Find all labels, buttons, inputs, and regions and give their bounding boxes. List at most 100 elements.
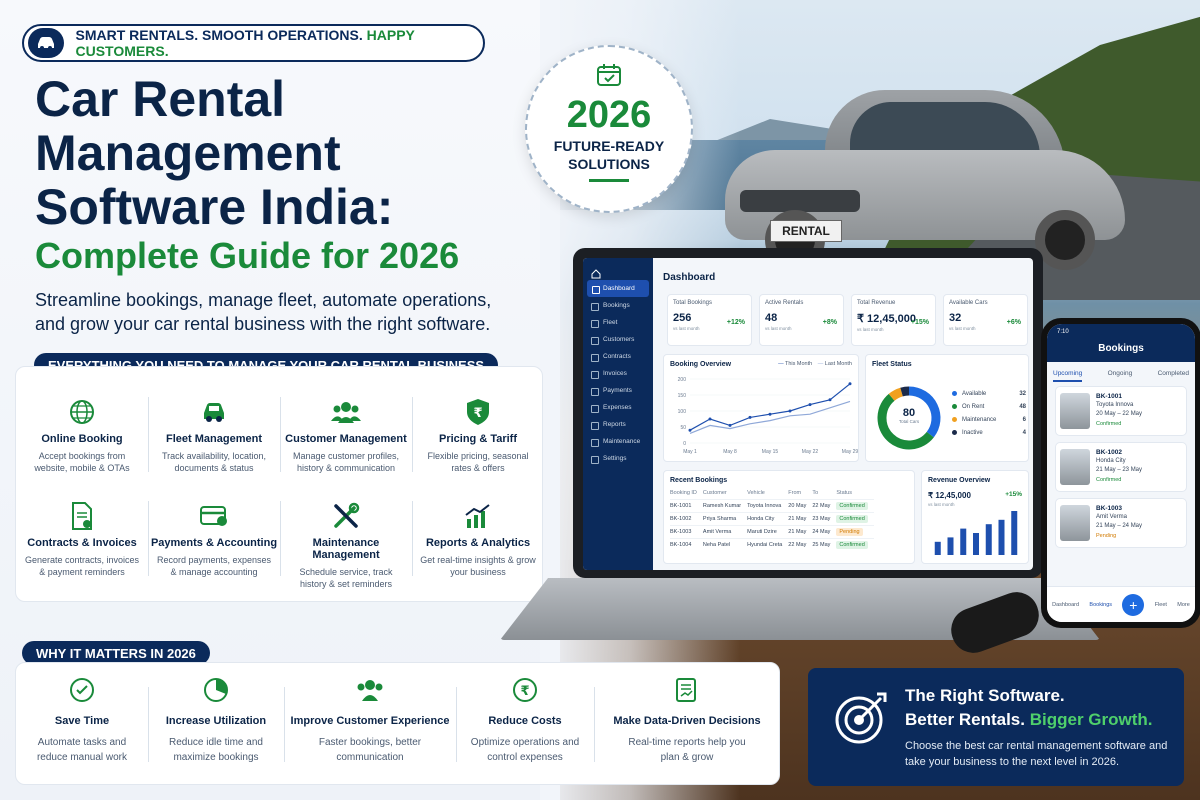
table-row[interactable]: BK-1004 Neha Patel Hyundai Creta 22 May 25 M… [670,538,874,551]
x-tick-label: May 15 [762,449,779,455]
sidebar-item-dashboard[interactable]: Dashboard [587,280,649,297]
legend-value: 6 [1022,416,1026,423]
table-cell: 20 May [788,499,813,513]
data-point [728,423,732,427]
badge-year: 2026 [566,94,652,136]
series-line [689,400,851,434]
y-tick-label: 100 [678,409,687,415]
data-point [708,417,712,421]
table-cell: Neha Patel [702,538,748,551]
sidebar-item-customers[interactable]: Customers [583,331,653,348]
cta-banner: The Right Software. Better Rentals. Bigg… [808,668,1184,786]
car-thumbnail [1060,393,1090,429]
feature-online-booking: Online Booking Accept bookings from websi… [16,393,148,503]
badge-line1: FUTURE-READY [553,138,665,154]
data-point [748,415,752,419]
table-row[interactable]: BK-1002 Priya Sharma Honda City 21 May 23 Ma… [670,512,874,526]
users-icon [355,675,385,705]
legend-value: 32 [1019,390,1026,397]
table-cell: 23 May [812,512,837,526]
sidebar-item-expenses[interactable]: Expenses [583,399,653,416]
sidebar-item-settings[interactable]: Settings [583,450,653,467]
nav-fleet[interactable]: Fleet [1155,602,1167,608]
phone-time: 7:10 [1057,329,1069,335]
column-header: To [812,490,819,496]
table-cell: 22 May [812,499,837,513]
y-tick-label: 200 [678,377,687,383]
sidebar-item-invoices[interactable]: Invoices [583,365,653,382]
revenue-bar-chart [934,511,1018,555]
why-customer-experience: Improve Customer Experience Faster bookin… [284,673,456,773]
fleet-total: 80 [902,407,916,419]
why-data-driven: Make Data-Driven Decisions Real-time repo… [594,673,780,773]
revenue-overview-title: Revenue Overview [928,477,991,484]
sidebar-item-bookings[interactable]: Bookings [583,297,653,314]
add-booking-button[interactable]: + [1122,593,1145,616]
kpi-total-bookings: Total Bookings 256 +12% vs last month [667,294,752,346]
calendar-icon [527,63,691,92]
home-icon[interactable] [583,258,653,280]
fleet-status-card: Fleet Status 80 Total Cars Available 32 On… [865,354,1029,462]
feature-contracts-invoices: Contracts & Invoices Generate contracts, … [16,497,148,607]
phone-booking-item[interactable]: BK-1003 Amit Verma 21 May – 24 May Pending [1055,498,1187,548]
nav-dashboard[interactable]: Dashboard [1052,602,1079,608]
phone-booking-item[interactable]: BK-1001 Toyota Innova 20 May – 22 May Confi… [1055,386,1187,436]
phone-booking-item[interactable]: BK-1002 Honda City 21 May – 23 May Confirme… [1055,442,1187,492]
revenue-bar [985,524,992,555]
column-header: Status [836,490,852,496]
table-row[interactable]: BK-1001 Ramesh Kumar Toyota Innova 20 May 22… [670,499,874,513]
x-tick-label: May 29 [842,449,859,455]
rupee-shield-icon: ₹ [463,397,493,427]
why-panel: Save Time Automate tasks and reduce manual… [15,662,780,785]
sidebar-item-fleet[interactable]: Fleet [583,314,653,331]
badge-line2: SOLUTIONS [568,156,650,172]
phone-title: Bookings [1098,343,1144,354]
why-save-time: Save Time Automate tasks and reduce manual… [16,673,148,773]
feature-customer-management: Customer Management Manage customer profi… [280,393,412,503]
tab-completed[interactable]: Completed [1158,370,1189,382]
svg-text:₹: ₹ [520,684,529,699]
why-increase-utilization: Increase Utilization Reduce idle time and… [148,673,284,773]
table-cell: Confirmed [836,538,874,551]
x-tick-label: May 1 [683,449,697,455]
car-icon [28,28,64,58]
tab-ongoing[interactable]: Ongoing [1108,370,1133,382]
year-badge: 2026 FUTURE-READY SOLUTIONS [525,45,693,213]
tagline-text: SMART RENTALS. SMOOTH OPERATIONS. [75,27,363,43]
data-point [788,409,792,413]
feature-fleet-management: Fleet Management Track availability, loca… [148,393,280,503]
feature-maintenance-management: Maintenance Management Schedule service, … [280,497,412,607]
sidebar-item-reports[interactable]: Reports [583,416,653,433]
checklist-icon [67,675,97,705]
sidebar-item-contracts[interactable]: Contracts [583,348,653,365]
legend-label: Available [962,390,987,397]
legend-dot [952,404,957,409]
revenue-bar [960,528,967,555]
y-tick-label: 150 [678,393,687,399]
fleet-status-title: Fleet Status [872,361,912,368]
rupee-icon: ₹ [510,675,540,705]
nav-more[interactable]: More [1177,602,1190,608]
pie-icon [201,675,231,705]
column-header: Customer [702,490,727,496]
tab-upcoming[interactable]: Upcoming [1053,370,1083,382]
table-cell: Honda City [747,512,789,526]
series-line [689,383,851,431]
nav-bookings[interactable]: Bookings [1089,602,1112,608]
page-title: Car Rental Management Software India: [35,71,394,235]
table-cell: Pending [836,525,874,539]
table-cell: 21 May [788,525,813,539]
dashboard-sidebar: Dashboard Bookings Fleet Customers Contr… [583,258,653,570]
card-icon [199,501,229,531]
data-point [808,403,812,407]
car-image: RENTAL [725,90,1125,270]
car-icon [199,397,229,427]
revenue-value: ₹ 12,45,000 [928,491,971,500]
table-cell: 22 May [788,538,813,551]
sidebar-item-maintenance[interactable]: Maintenance [583,433,653,450]
table-cell: 24 May [812,525,837,539]
table-row[interactable]: BK-1003 Amit Verma Maruti Dzire 21 May 24 Ma… [670,525,874,539]
x-tick-label: May 22 [802,449,819,455]
car-plate: RENTAL [770,220,842,242]
sidebar-item-payments[interactable]: Payments [583,382,653,399]
